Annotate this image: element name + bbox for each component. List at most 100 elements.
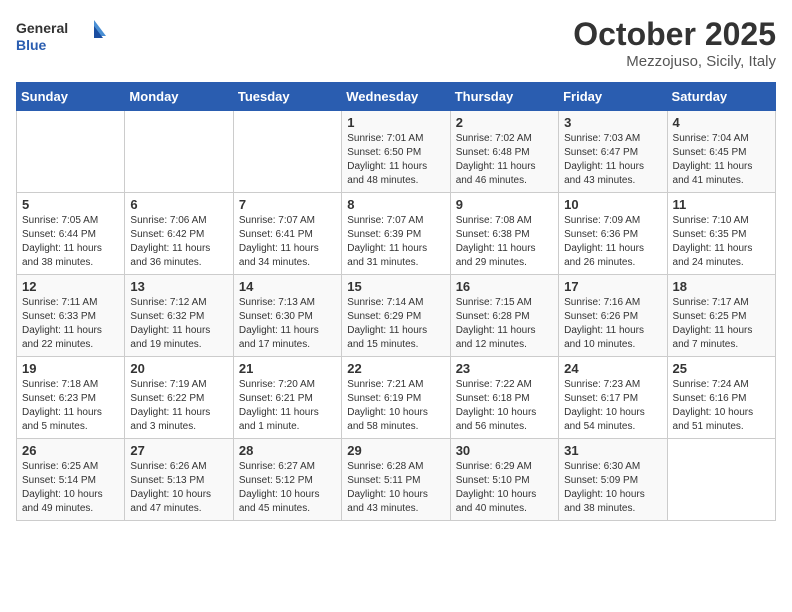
day-cell: 25 Sunrise: 7:24 AM Sunset: 6:16 PM Dayli… (667, 357, 775, 439)
day-info: Sunrise: 6:28 AM Sunset: 5:11 PM Dayligh… (347, 460, 444, 516)
day-info: Sunrise: 7:22 AM Sunset: 6:18 PM Dayligh… (456, 378, 553, 434)
day-cell: 2Sunrise: 7:02 AM Sunset: 6:48 PM Daylig… (450, 111, 558, 193)
day-info: Sunrise: 7:11 AM Sunset: 6:33 PM Dayligh… (22, 296, 119, 352)
day-info: Sunrise: 6:25 AM Sunset: 5:14 PM Dayligh… (22, 460, 119, 516)
weekday-header-saturday: Saturday (667, 83, 775, 111)
weekday-header-tuesday: Tuesday (233, 83, 341, 111)
day-cell (125, 111, 233, 193)
day-cell: 28 Sunrise: 6:27 AM Sunset: 5:12 PM Dayli… (233, 439, 341, 521)
day-number: 23 (456, 361, 553, 376)
day-number: 8 (347, 197, 444, 212)
weekday-header-thursday: Thursday (450, 83, 558, 111)
day-number: 17 (564, 279, 661, 294)
day-info: Sunrise: 7:21 AM Sunset: 6:19 PM Dayligh… (347, 378, 444, 434)
week-row-4: 19 Sunrise: 7:18 AM Sunset: 6:23 PM Dayli… (17, 357, 776, 439)
page-header: General Blue October 2025 Mezzojuso, Sic… (16, 16, 776, 70)
week-row-2: 5 Sunrise: 7:05 AM Sunset: 6:44 PM Daylig… (17, 193, 776, 275)
day-cell: 29 Sunrise: 6:28 AM Sunset: 5:11 PM Dayli… (342, 439, 450, 521)
day-info: Sunrise: 7:19 AM Sunset: 6:22 PM Dayligh… (130, 378, 227, 434)
day-cell: 13Sunrise: 7:12 AM Sunset: 6:32 PM Dayli… (125, 275, 233, 357)
day-number: 25 (673, 361, 770, 376)
svg-text:Blue: Blue (16, 37, 47, 53)
day-info: Sunrise: 7:03 AM Sunset: 6:47 PM Dayligh… (564, 132, 661, 188)
day-info: Sunrise: 7:20 AM Sunset: 6:21 PM Dayligh… (239, 378, 336, 434)
day-cell: 6 Sunrise: 7:06 AM Sunset: 6:42 PM Daylig… (125, 193, 233, 275)
day-cell (17, 111, 125, 193)
day-cell: 17Sunrise: 7:16 AM Sunset: 6:26 PM Dayli… (559, 275, 667, 357)
day-number: 11 (673, 197, 770, 212)
calendar-table: SundayMondayTuesdayWednesdayThursdayFrid… (16, 82, 776, 521)
day-number: 27 (130, 443, 227, 458)
day-info: Sunrise: 7:10 AM Sunset: 6:35 PM Dayligh… (673, 214, 770, 270)
weekday-header-row: SundayMondayTuesdayWednesdayThursdayFrid… (17, 83, 776, 111)
day-cell: 10Sunrise: 7:09 AM Sunset: 6:36 PM Dayli… (559, 193, 667, 275)
day-info: Sunrise: 7:02 AM Sunset: 6:48 PM Dayligh… (456, 132, 553, 188)
weekday-header-monday: Monday (125, 83, 233, 111)
day-cell: 24 Sunrise: 7:23 AM Sunset: 6:17 PM Dayli… (559, 357, 667, 439)
day-number: 3 (564, 115, 661, 130)
day-number: 4 (673, 115, 770, 130)
day-number: 21 (239, 361, 336, 376)
day-number: 6 (130, 197, 227, 212)
logo-svg: General Blue (16, 16, 106, 56)
day-number: 28 (239, 443, 336, 458)
day-number: 9 (456, 197, 553, 212)
day-cell: 1 Sunrise: 7:01 AM Sunset: 6:50 PM Daylig… (342, 111, 450, 193)
day-number: 24 (564, 361, 661, 376)
day-info: Sunrise: 7:08 AM Sunset: 6:38 PM Dayligh… (456, 214, 553, 270)
day-info: Sunrise: 6:29 AM Sunset: 5:10 PM Dayligh… (456, 460, 553, 516)
week-row-1: 1 Sunrise: 7:01 AM Sunset: 6:50 PM Daylig… (17, 111, 776, 193)
day-info: Sunrise: 7:18 AM Sunset: 6:23 PM Dayligh… (22, 378, 119, 434)
day-cell: 26 Sunrise: 6:25 AM Sunset: 5:14 PM Dayli… (17, 439, 125, 521)
day-cell: 4Sunrise: 7:04 AM Sunset: 6:45 PM Daylig… (667, 111, 775, 193)
day-info: Sunrise: 7:23 AM Sunset: 6:17 PM Dayligh… (564, 378, 661, 434)
logo: General Blue (16, 16, 106, 56)
day-info: Sunrise: 7:05 AM Sunset: 6:44 PM Dayligh… (22, 214, 119, 270)
day-info: Sunrise: 7:01 AM Sunset: 6:50 PM Dayligh… (347, 132, 444, 188)
calendar-subtitle: Mezzojuso, Sicily, Italy (573, 53, 776, 70)
day-cell: 11 Sunrise: 7:10 AM Sunset: 6:35 PM Dayli… (667, 193, 775, 275)
day-cell: 16Sunrise: 7:15 AM Sunset: 6:28 PM Dayli… (450, 275, 558, 357)
day-cell: 7Sunrise: 7:07 AM Sunset: 6:41 PM Daylig… (233, 193, 341, 275)
weekday-header-sunday: Sunday (17, 83, 125, 111)
day-info: Sunrise: 6:30 AM Sunset: 5:09 PM Dayligh… (564, 460, 661, 516)
day-cell: 12Sunrise: 7:11 AM Sunset: 6:33 PM Dayli… (17, 275, 125, 357)
title-area: October 2025 Mezzojuso, Sicily, Italy (573, 16, 776, 70)
day-cell: 15 Sunrise: 7:14 AM Sunset: 6:29 PM Dayli… (342, 275, 450, 357)
day-cell (233, 111, 341, 193)
day-cell: 8 Sunrise: 7:07 AM Sunset: 6:39 PM Daylig… (342, 193, 450, 275)
day-info: Sunrise: 7:06 AM Sunset: 6:42 PM Dayligh… (130, 214, 227, 270)
day-info: Sunrise: 6:26 AM Sunset: 5:13 PM Dayligh… (130, 460, 227, 516)
day-info: Sunrise: 7:24 AM Sunset: 6:16 PM Dayligh… (673, 378, 770, 434)
day-info: Sunrise: 7:07 AM Sunset: 6:39 PM Dayligh… (347, 214, 444, 270)
day-number: 31 (564, 443, 661, 458)
day-cell: 30 Sunrise: 6:29 AM Sunset: 5:10 PM Dayli… (450, 439, 558, 521)
day-number: 5 (22, 197, 119, 212)
day-info: Sunrise: 7:14 AM Sunset: 6:29 PM Dayligh… (347, 296, 444, 352)
day-number: 22 (347, 361, 444, 376)
day-info: Sunrise: 7:09 AM Sunset: 6:36 PM Dayligh… (564, 214, 661, 270)
week-row-5: 26 Sunrise: 6:25 AM Sunset: 5:14 PM Dayli… (17, 439, 776, 521)
day-cell: 3 Sunrise: 7:03 AM Sunset: 6:47 PM Daylig… (559, 111, 667, 193)
calendar-title: October 2025 (573, 16, 776, 53)
day-cell: 22 Sunrise: 7:21 AM Sunset: 6:19 PM Dayli… (342, 357, 450, 439)
weekday-header-friday: Friday (559, 83, 667, 111)
day-number: 15 (347, 279, 444, 294)
day-number: 26 (22, 443, 119, 458)
day-number: 1 (347, 115, 444, 130)
day-cell: 27 Sunrise: 6:26 AM Sunset: 5:13 PM Dayli… (125, 439, 233, 521)
day-cell: 5 Sunrise: 7:05 AM Sunset: 6:44 PM Daylig… (17, 193, 125, 275)
day-info: Sunrise: 6:27 AM Sunset: 5:12 PM Dayligh… (239, 460, 336, 516)
day-number: 14 (239, 279, 336, 294)
day-cell (667, 439, 775, 521)
day-number: 29 (347, 443, 444, 458)
day-number: 18 (673, 279, 770, 294)
day-number: 20 (130, 361, 227, 376)
day-cell: 19 Sunrise: 7:18 AM Sunset: 6:23 PM Dayli… (17, 357, 125, 439)
day-cell: 14 Sunrise: 7:13 AM Sunset: 6:30 PM Dayli… (233, 275, 341, 357)
day-info: Sunrise: 7:13 AM Sunset: 6:30 PM Dayligh… (239, 296, 336, 352)
day-number: 16 (456, 279, 553, 294)
svg-text:General: General (16, 20, 68, 36)
day-number: 30 (456, 443, 553, 458)
day-number: 19 (22, 361, 119, 376)
